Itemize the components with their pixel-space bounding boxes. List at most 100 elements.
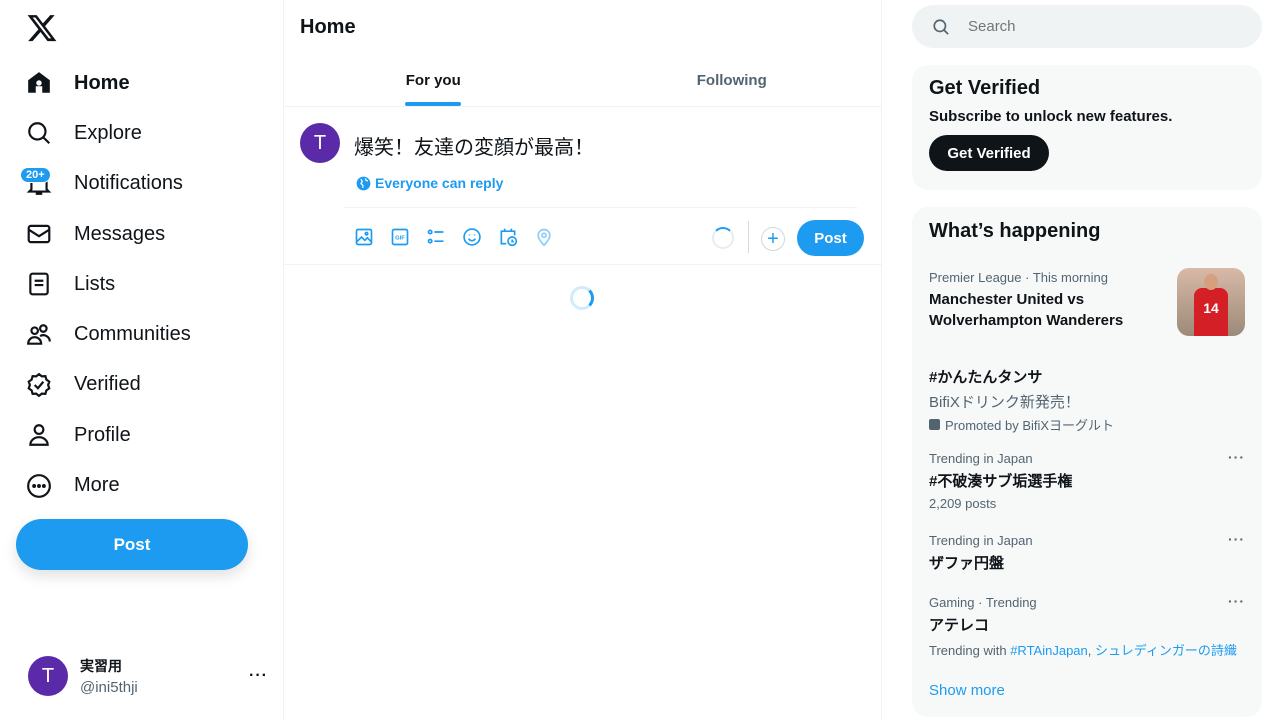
list-icon: [29, 272, 49, 296]
nav-label: Profile: [74, 423, 131, 446]
trend-title: #不破湊サブ垢選手権: [929, 473, 1073, 490]
compose-input[interactable]: 爆笑！友達の変顔が最高！: [354, 131, 594, 160]
get-verified-card: Get Verified Subscribe to unlock new fea…: [912, 65, 1262, 190]
avatar: T: [300, 123, 340, 163]
home-icon: [28, 72, 50, 93]
schedule-icon[interactable]: [498, 227, 518, 247]
verified-icon: [27, 372, 51, 398]
nav-label: Verified: [74, 373, 141, 396]
promoted-by: Promoted by BifiXヨーグルト: [929, 415, 1245, 434]
nav-more[interactable]: More: [14, 460, 191, 510]
jersey-number: 14: [1194, 288, 1228, 336]
trend-item[interactable]: Trending in Japan #不破湊サブ垢選手権 2,209 posts…: [929, 449, 1245, 511]
nav-explore[interactable]: Explore: [14, 108, 191, 158]
account-handle: @ini5thji: [80, 679, 138, 696]
reply-settings-label: Everyone can reply: [375, 175, 504, 191]
trend-meta: Trending in Japan: [929, 533, 1033, 548]
search-input[interactable]: [968, 18, 1228, 35]
nav-label: Notifications: [74, 172, 183, 195]
nav-label: Lists: [74, 272, 116, 295]
nav-label: More: [74, 474, 120, 497]
primary-nav: Home Explore 20+ Notifications Messages …: [14, 58, 191, 511]
more-dots-icon[interactable]: ···: [1228, 593, 1245, 609]
nav-label: Messages: [74, 222, 166, 245]
promoted-icon: [929, 419, 940, 430]
tab-for-you[interactable]: For you: [284, 54, 583, 106]
nav-home[interactable]: Home: [14, 58, 191, 108]
x-logo-icon[interactable]: [26, 12, 58, 44]
trend-item[interactable]: Gaming · Trending アテレコ Trending with #RT…: [929, 593, 1245, 659]
divider: [748, 221, 749, 253]
nav-label: Home: [74, 71, 130, 94]
trend-link[interactable]: シュレディンガーの詩織: [1095, 643, 1237, 658]
left-sidebar: Home Explore 20+ Notifications Messages …: [0, 0, 284, 720]
nav-profile[interactable]: Profile: [14, 410, 191, 460]
account-name: 実習用: [80, 658, 122, 674]
people-icon: [27, 323, 51, 345]
nav-label: Communities: [74, 323, 191, 346]
nav-communities[interactable]: Communities: [14, 309, 191, 359]
trend-title: ザファ円盤: [929, 555, 1005, 572]
svg-text:GIF: GIF: [395, 236, 405, 242]
player-head: [1204, 274, 1218, 290]
compose-post-button[interactable]: Post: [797, 220, 864, 256]
more-dots-icon[interactable]: ···: [1228, 531, 1245, 547]
search-box[interactable]: [912, 5, 1262, 48]
avatar: T: [28, 656, 68, 696]
more-dots-icon[interactable]: ···: [1228, 449, 1245, 465]
notification-badge: 20+: [20, 166, 51, 183]
character-counter: [712, 227, 734, 249]
trend-meta: Trending in Japan: [929, 451, 1033, 466]
promoted-trend[interactable]: #かんたんタンサ BifiXドリンク新発売！ Promoted by BifiX…: [929, 362, 1245, 434]
trend-meta: Gaming · Trending: [929, 595, 1037, 610]
emoji-icon[interactable]: [462, 227, 482, 247]
page-title: Home: [300, 16, 356, 38]
globe-icon: [356, 176, 371, 190]
poll-icon[interactable]: [426, 227, 446, 247]
add-post-button[interactable]: +: [761, 227, 785, 251]
promoted-label: Promoted by BifiXヨーグルト: [945, 418, 1115, 433]
show-more-link[interactable]: Show more: [929, 682, 1005, 699]
trend-title: アテレコ: [929, 617, 990, 634]
trend-title: #かんたんタンサ: [929, 369, 1043, 386]
post-composer: T 爆笑！友達の変顔が最高！ Everyone can reply GIF + …: [284, 107, 881, 265]
post-button[interactable]: Post: [16, 519, 248, 570]
card-subtitle: Subscribe to unlock new features.: [929, 108, 1173, 125]
trend-count: 2,209 posts: [929, 496, 997, 511]
more-circle-icon: [27, 473, 51, 498]
image-icon[interactable]: [354, 227, 374, 247]
trend-link[interactable]: #RTAinJapan: [1010, 643, 1088, 658]
location-icon[interactable]: [534, 227, 554, 247]
trending-with: Trending with #RTAinJapan, シュレディンガーの詩織: [929, 643, 1237, 658]
main-column: Home For you Following T 爆笑！友達の変顔が最高！ Ev…: [284, 0, 882, 720]
composer-toolbar: GIF: [354, 227, 554, 247]
whats-happening-card: What’s happening Premier League · This m…: [912, 207, 1262, 717]
trend-item[interactable]: Premier League · This morning Manchester…: [929, 268, 1245, 336]
nav-messages[interactable]: Messages: [14, 209, 191, 259]
loading-spinner: [570, 286, 594, 310]
promo-desc: BifiXドリンク新発売！: [929, 394, 1080, 411]
account-info: 実習用 @ini5thji: [80, 656, 249, 696]
nav-verified[interactable]: Verified: [14, 360, 191, 410]
gif-icon[interactable]: GIF: [390, 227, 410, 247]
more-dots-icon[interactable]: ···: [249, 667, 268, 685]
search-icon: [933, 18, 949, 35]
card-title: Get Verified: [929, 77, 1041, 99]
tab-following[interactable]: Following: [583, 54, 882, 106]
trend-image: 14: [1177, 268, 1245, 336]
divider: [344, 207, 857, 208]
account-switcher[interactable]: T 実習用 @ini5thji ···: [28, 655, 268, 697]
trend-item[interactable]: Trending in Japan ザファ円盤 ···: [929, 531, 1245, 573]
card-title: What’s happening: [929, 220, 1101, 242]
trend-title: Manchester United vs Wolverhampton Wande…: [929, 291, 1124, 329]
trending-with-label: Trending with: [929, 643, 1007, 658]
nav-notifications[interactable]: 20+ Notifications: [14, 159, 191, 209]
get-verified-button[interactable]: Get Verified: [929, 135, 1049, 171]
envelope-icon: [27, 224, 51, 244]
reply-settings-button[interactable]: Everyone can reply: [356, 175, 503, 191]
timeline-tabs: For you Following: [284, 54, 881, 107]
person-icon: [29, 424, 49, 447]
search-icon: [28, 122, 51, 145]
nav-lists[interactable]: Lists: [14, 259, 191, 309]
nav-label: Explore: [74, 121, 142, 144]
